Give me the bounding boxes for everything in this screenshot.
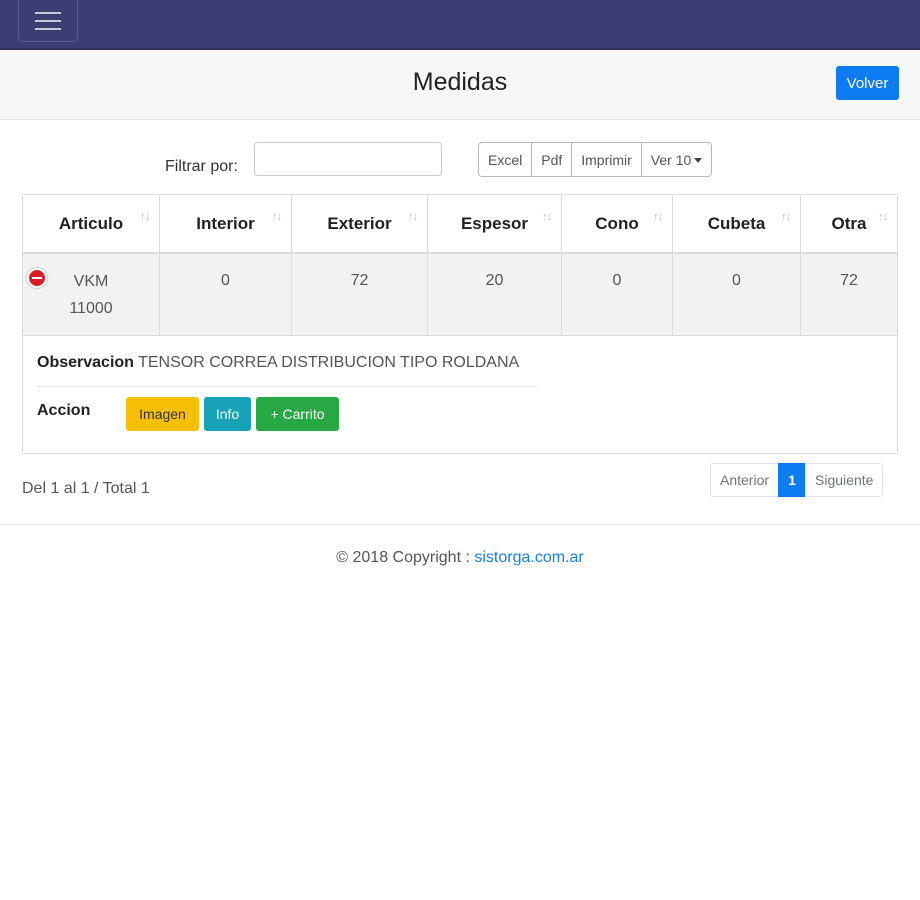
cell-exterior: 72 [291,253,428,335]
cell-interior: 0 [159,253,292,335]
col-espesor-label: Espesor [460,213,529,233]
footer: © 2018 Copyright : sistorga.com.ar [0,549,920,567]
page-size-dropdown[interactable]: Ver 10 [640,142,713,177]
observacion-value: TENSOR CORREA DISTRIBUCION TIPO ROLDANA [138,354,520,371]
next-page-button[interactable]: Siguiente [805,463,884,497]
page-title: Medidas [412,68,508,96]
collapse-row-icon[interactable] [27,268,47,288]
prev-page-button[interactable]: Anterior [710,463,780,497]
table-row[interactable]: VKM 11000 0 72 20 0 0 72 [23,253,897,335]
sort-icon: ↑↓ [272,211,282,223]
copyright-text: © 2018 Copyright : [336,549,470,566]
col-interior-label: Interior [196,213,255,233]
row-details: Observacion TENSOR CORREA DISTRIBUCION T… [23,335,897,453]
sort-icon: ↑↓ [878,211,888,223]
cell-otra: 72 [800,253,897,335]
footer-divider [0,524,920,525]
cell-cono: 0 [561,253,673,335]
cell-cubeta: 0 [672,253,801,335]
sort-icon: ↑↓ [781,211,791,223]
navbar [0,0,920,50]
hamburger-line [35,27,61,30]
pagination-info: Del 1 al 1 / Total 1 [22,480,150,497]
col-interior[interactable]: Interior ↑↓ [159,195,292,254]
print-button[interactable]: Imprimir [571,142,642,177]
sort-icon: ↑↓ [653,211,663,223]
hamburger-line [35,19,61,22]
page-header: Medidas Volver [0,50,920,120]
articulo-number: 11000 [69,300,113,317]
accion-label: Accion [37,402,91,419]
col-exterior[interactable]: Exterior ↑↓ [291,195,428,254]
col-exterior-label: Exterior [327,213,392,233]
page-1-button[interactable]: 1 [778,463,807,497]
imagen-button[interactable]: Imagen [126,397,199,431]
page-size-label: Ver 10 [650,151,692,168]
observacion: Observacion TENSOR CORREA DISTRIBUCION T… [37,354,519,372]
add-to-cart-button[interactable]: + Carrito [256,397,339,431]
caret-down-icon [694,158,703,164]
sort-icon: ↑↓ [542,211,552,223]
filter-toolbar: Filtrar por: Excel Pdf Imprimir Ver 10 [0,120,920,194]
filter-label: Filtrar por: [165,158,238,175]
col-otra[interactable]: Otra ↑↓ [800,195,897,254]
export-button-group: Excel Pdf Imprimir Ver 10 [478,142,713,177]
col-cono[interactable]: Cono ↑↓ [561,195,673,254]
sort-icon: ↑↓ [408,211,418,223]
observacion-label: Observacion [37,354,134,371]
results-table: Articulo ↑↓ Interior ↑↓ Exterior ↑↓ Espesor… [22,194,898,454]
pagination: Anterior 1 Siguiente [710,463,884,497]
pdf-button[interactable]: Pdf [531,142,573,177]
divider [37,386,537,387]
sort-icon: ↑↓ [140,211,150,223]
cell-espesor: 20 [427,253,562,335]
volver-button[interactable]: Volver [836,66,899,100]
cell-articulo: VKM 11000 [23,253,160,335]
col-otra-label: Otra [831,213,867,233]
col-espesor[interactable]: Espesor ↑↓ [427,195,562,254]
excel-button[interactable]: Excel [478,142,533,177]
col-cono-label: Cono [595,213,639,233]
filter-input[interactable] [254,142,442,176]
col-articulo-label: Articulo [58,213,124,233]
col-cubeta[interactable]: Cubeta ↑↓ [672,195,801,254]
col-articulo[interactable]: Articulo ↑↓ [23,195,160,254]
col-cubeta-label: Cubeta [707,213,766,233]
hamburger-icon[interactable] [18,0,78,42]
site-link[interactable]: sistorga.com.ar [474,549,583,566]
hamburger-line [35,11,61,14]
info-button[interactable]: Info [204,397,251,431]
